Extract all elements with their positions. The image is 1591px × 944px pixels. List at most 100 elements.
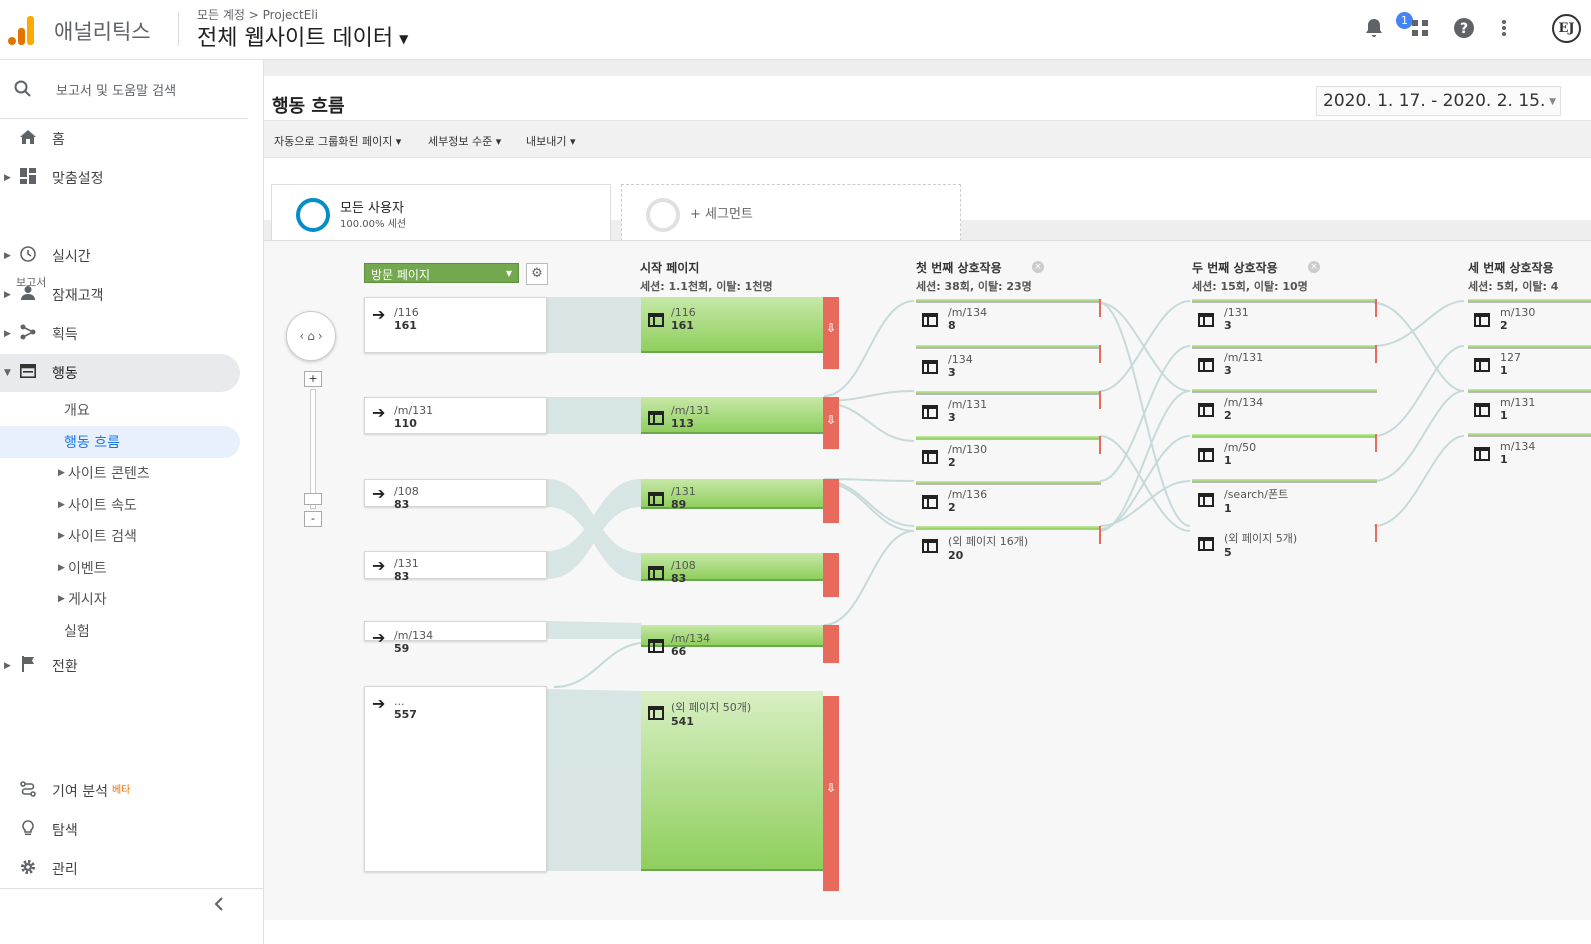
notification-bell-icon[interactable] [1362, 16, 1386, 40]
interaction-node[interactable] [1192, 434, 1377, 452]
landing-node[interactable] [364, 297, 547, 353]
remove-column-icon[interactable]: × [1032, 261, 1044, 273]
sidebar-subitem-site-search[interactable]: ▶ 사이트 검색 [0, 520, 240, 552]
sidebar-subitem-publisher[interactable]: ▶ 게시자 [0, 583, 240, 615]
node-page: /m/131 [671, 404, 711, 417]
grouped-pages-menu[interactable]: 자동으로 그룹화된 페이지 ▾ [274, 133, 401, 149]
interaction-node[interactable] [916, 526, 1101, 544]
node-value: 2 [948, 456, 956, 469]
interaction-node[interactable] [1192, 299, 1377, 317]
settings-gear-icon[interactable]: ⚙ [526, 263, 548, 285]
sidebar-item-label: 실시간 [52, 249, 91, 265]
start-page-node[interactable] [641, 625, 823, 647]
export-menu[interactable]: 내보내기 ▾ [526, 133, 576, 149]
landing-node[interactable] [364, 686, 547, 872]
sidebar-item-conversions[interactable]: ▶ 전환 [0, 647, 240, 685]
sidebar-item-acquisition[interactable]: ▶ 획득 [0, 315, 240, 353]
page-table-icon [1474, 447, 1490, 461]
more-vert-icon[interactable] [1492, 16, 1516, 40]
segment-all-users[interactable]: 모든 사용자 100.00% 세션 [271, 184, 611, 246]
sidebar-item-admin[interactable]: 관리 [0, 850, 240, 888]
interaction-node[interactable] [1468, 345, 1591, 349]
sidebar-item-label: 관리 [52, 862, 78, 878]
landing-node[interactable] [364, 621, 547, 641]
start-page-node[interactable] [641, 553, 823, 581]
interaction-node[interactable] [1468, 433, 1591, 437]
app-name[interactable]: 애널리틱스 [54, 16, 151, 46]
zoom-out-button[interactable]: - [304, 511, 322, 527]
sidebar-item-attribution[interactable]: 기여 분석 베타 [0, 772, 240, 810]
page-table-icon [1474, 313, 1490, 327]
date-range-picker[interactable]: 2020. 1. 17. - 2020. 2. 15. ▼ [1316, 86, 1561, 116]
node-page: /search/폰트 [1224, 488, 1289, 501]
sidebar-item-audience[interactable]: ▶ 잠재고객 [0, 276, 240, 314]
interaction-node[interactable] [916, 391, 1101, 409]
interaction-node[interactable] [1468, 389, 1591, 393]
sidebar-subitem-events[interactable]: ▶ 이벤트 [0, 552, 240, 584]
zoom-slider-track[interactable] [310, 389, 316, 509]
dropoff-bar[interactable] [823, 553, 839, 597]
clock-icon [18, 246, 38, 266]
sidebar-search[interactable]: 보고서 및 도움말 검색 [0, 74, 264, 106]
zoom-slider-handle[interactable] [304, 493, 322, 505]
zoom-in-button[interactable]: + [304, 371, 322, 387]
help-icon[interactable]: ? [1452, 16, 1476, 40]
page-table-icon [1198, 358, 1214, 372]
sidebar-item-home[interactable]: 홈 [0, 120, 240, 158]
sidebar-subitem-experiments[interactable]: 실험 [0, 615, 240, 647]
page-table-icon [648, 313, 664, 327]
interaction-node[interactable] [1192, 479, 1377, 483]
sidebar-item-discover[interactable]: 탐색 [0, 811, 240, 849]
interaction-node[interactable] [1192, 345, 1377, 363]
detail-level-menu[interactable]: 세부정보 수준 ▾ [428, 133, 501, 149]
sidebar-item-realtime[interactable]: ▶ 실시간 [0, 237, 240, 275]
start-page-node[interactable] [641, 479, 823, 509]
sidebar-item-label: 행동 [52, 366, 78, 382]
remove-column-icon[interactable]: × [1308, 261, 1320, 273]
sidebar-subitem-label: 사이트 콘텐츠 [68, 466, 150, 482]
node-page: /108 [671, 559, 696, 572]
behavior-flow-canvas[interactable]: ‹ ⌂ › + - 방문 페이지 ▼ ⚙ 시작 페이지 세션: 1.1천회, 이탈:… [264, 240, 1591, 920]
sidebar-subitem-overview[interactable]: 개요 [0, 394, 240, 426]
segment-color-icon [296, 198, 330, 232]
first-node-label: /m/130 2 [948, 443, 987, 469]
collapse-sidebar-icon[interactable] [214, 896, 224, 915]
node-value: 59 [394, 642, 410, 655]
dropoff-bar [1099, 299, 1101, 317]
pan-navigator-control[interactable]: ‹ ⌂ › [286, 311, 336, 361]
column-subtitle: 세션: 5회, 이탈: 4 [1468, 280, 1559, 293]
landing-node[interactable] [364, 479, 547, 507]
start-page-node[interactable] [641, 397, 823, 434]
add-segment-button[interactable]: + 세그먼트 [621, 184, 961, 246]
dropoff-bar[interactable] [823, 625, 839, 663]
node-value: 113 [671, 417, 694, 430]
interaction-node[interactable] [916, 436, 1101, 454]
dimension-select[interactable]: 방문 페이지 ▼ [364, 263, 519, 283]
interaction-node[interactable] [1192, 524, 1377, 542]
interaction-node[interactable] [1468, 299, 1591, 303]
first-node-label: (외 페이지 16개) 20 [948, 533, 1028, 562]
attribution-icon [18, 781, 38, 801]
start-page-node[interactable] [641, 297, 823, 353]
sidebar-item-customization[interactable]: ▶ 맞춤설정 [0, 159, 240, 197]
chevron-down-icon: ▼ [399, 32, 409, 46]
dropoff-bar[interactable] [823, 479, 839, 523]
interaction-node[interactable] [916, 481, 1101, 485]
property-selector[interactable]: 전체 웹사이트 데이터 ▼ [197, 20, 408, 52]
apps-grid-icon[interactable] [1408, 16, 1432, 40]
analytics-logo-icon[interactable] [6, 14, 36, 46]
landing-node[interactable] [364, 397, 547, 434]
interaction-node[interactable] [916, 345, 1101, 363]
landing-node-label: /131 83 [394, 557, 419, 583]
interaction-node[interactable] [916, 299, 1101, 317]
sidebar-item-behavior[interactable]: ▼ 행동 [0, 354, 240, 392]
sidebar-subitem-site-speed[interactable]: ▶ 사이트 속도 [0, 489, 240, 521]
avatar[interactable]: EJ [1552, 14, 1581, 43]
landing-node[interactable] [364, 551, 547, 579]
page-table-icon [1198, 448, 1214, 462]
divider [0, 888, 264, 889]
sidebar-subitem-site-content[interactable]: ▶ 사이트 콘텐츠 [0, 457, 240, 489]
page-table-icon [922, 405, 938, 419]
sidebar-subitem-behavior-flow[interactable]: 행동 흐름 [0, 426, 240, 458]
interaction-node[interactable] [1192, 389, 1377, 393]
